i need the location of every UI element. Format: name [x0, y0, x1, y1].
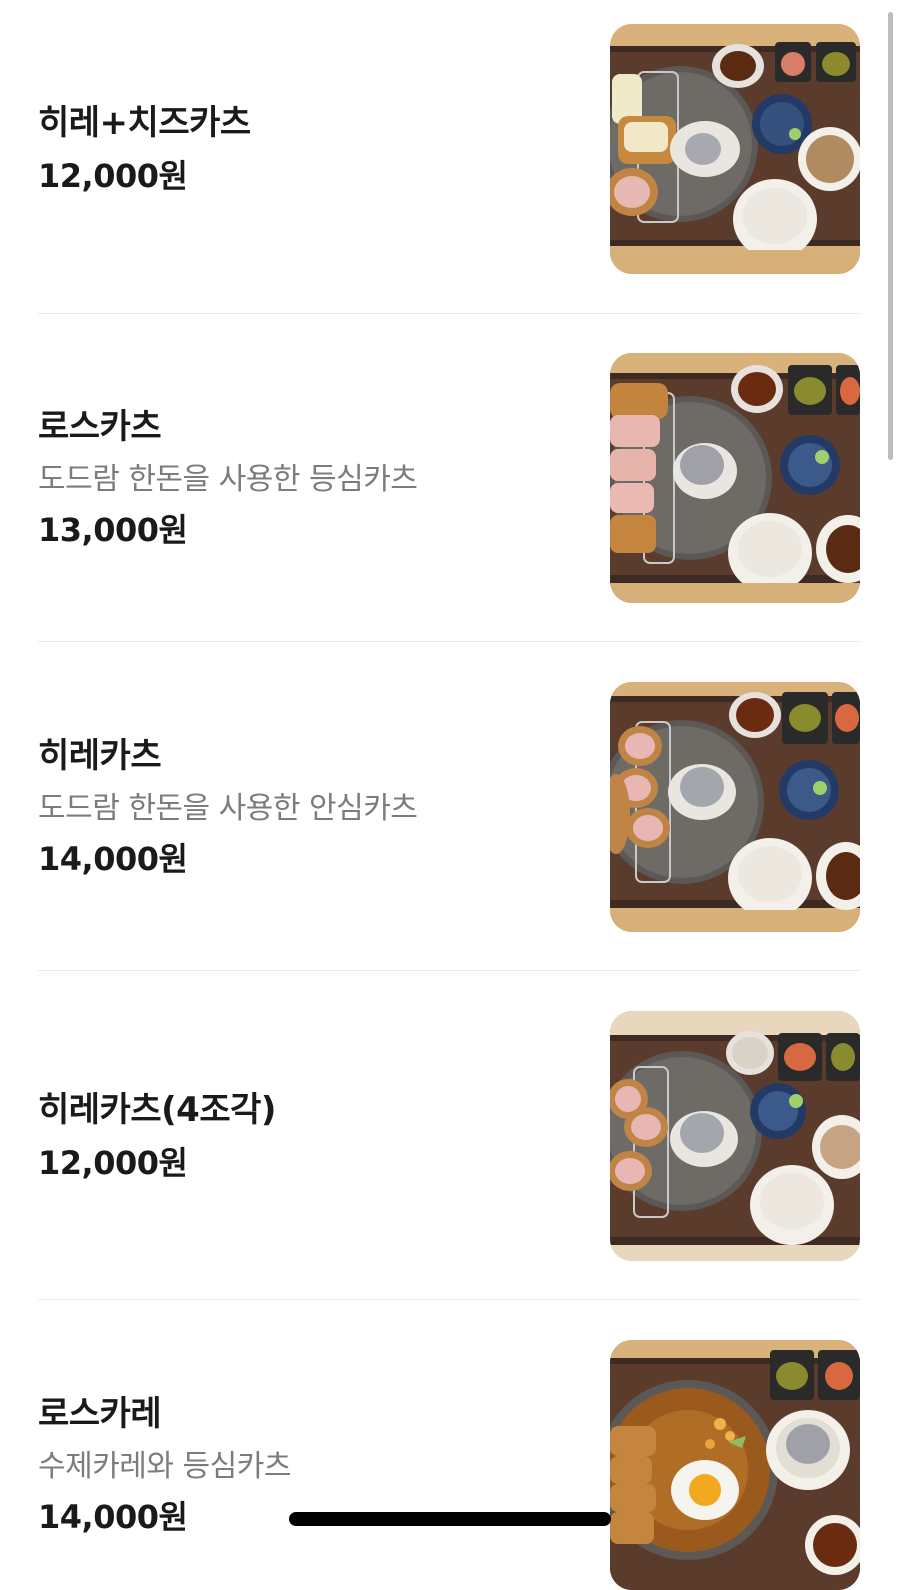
menu-item-hire-katsu-4pc[interactable]: 히레카츠(4조각) 12,000원 — [38, 1011, 860, 1261]
menu-item-info: 로스카레 수제카레와 등심카츠 14,000원 — [38, 1340, 598, 1590]
menu-item-description: 도드람 한돈을 사용한 등심카츠 — [38, 461, 418, 497]
menu-item-info: 히레카츠 도드람 한돈을 사용한 안심카츠 14,000원 — [38, 682, 598, 932]
menu-item-price: 12,000원 — [38, 1144, 188, 1183]
divider — [38, 641, 860, 642]
menu-item-name: 히레+치즈카츠 — [38, 102, 251, 143]
scrollbar[interactable] — [888, 12, 893, 460]
menu-item-rosu-katsu[interactable]: 로스카츠 도드람 한돈을 사용한 등심카츠 13,000원 — [38, 353, 860, 603]
menu-item-description: 수제카레와 등심카츠 — [38, 1448, 291, 1484]
menu-item-info: 히레+치즈카츠 12,000원 — [38, 24, 598, 274]
menu-item-price: 14,000원 — [38, 840, 188, 878]
menu-item-info: 히레카츠(4조각) 12,000원 — [38, 1011, 598, 1261]
menu-item-photo[interactable] — [610, 353, 860, 603]
menu-item-name: 로스카레 — [38, 1394, 162, 1434]
menu-item-info: 로스카츠 도드람 한돈을 사용한 등심카츠 13,000원 — [38, 353, 598, 603]
divider — [38, 970, 860, 971]
menu-item-photo[interactable] — [610, 1011, 860, 1261]
menu-item-photo[interactable] — [610, 24, 860, 274]
menu-item-description: 도드람 한돈을 사용한 안심카츠 — [38, 790, 418, 826]
divider — [38, 1299, 860, 1300]
menu-item-name: 로스카츠 — [38, 407, 162, 447]
menu-item-price: 12,000원 — [38, 157, 188, 196]
menu-item-photo[interactable] — [610, 1340, 860, 1590]
menu-item-hire-katsu[interactable]: 히레카츠 도드람 한돈을 사용한 안심카츠 14,000원 — [38, 682, 860, 932]
menu-item-name: 히레카츠(4조각) — [38, 1089, 276, 1130]
menu-item-hire-cheese-katsu[interactable]: 히레+치즈카츠 12,000원 — [38, 24, 860, 274]
home-indicator[interactable] — [289, 1512, 611, 1526]
menu-item-photo[interactable] — [610, 682, 860, 932]
menu-item-price: 13,000원 — [38, 511, 188, 549]
divider — [38, 313, 860, 314]
menu-item-name: 히레카츠 — [38, 736, 162, 776]
menu-item-rosu-curry[interactable]: 로스카레 수제카레와 등심카츠 14,000원 — [38, 1340, 860, 1590]
